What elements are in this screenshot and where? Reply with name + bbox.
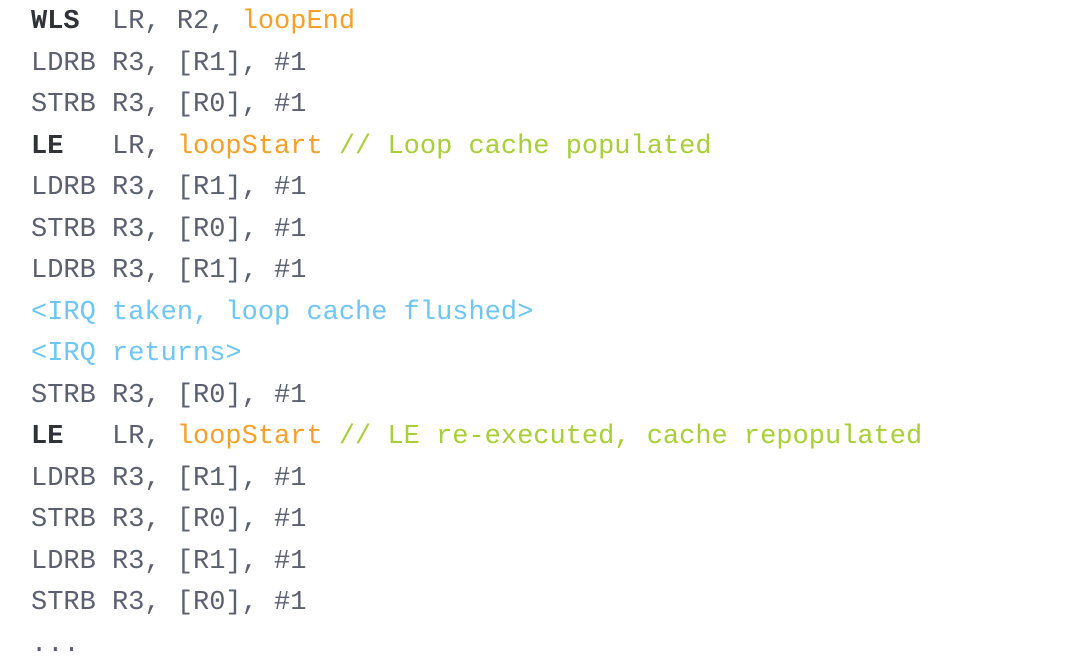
- token-irq: <IRQ taken, loop cache flushed>: [31, 298, 533, 328]
- token-irq: <IRQ returns>: [31, 339, 242, 369]
- instruction-le-second: LE LR, loopStart // LE re-executed, cach…: [31, 417, 1080, 459]
- instruction-strb: STRB R3, [R0], #1: [31, 500, 1080, 542]
- token-plain: STRB R3, [R0], #1: [31, 215, 306, 245]
- instruction-ldrb: LDRB R3, [R1], #1: [31, 44, 1080, 86]
- token-label: loopStart: [177, 422, 323, 452]
- token-plain: STRB R3, [R0], #1: [31, 588, 306, 618]
- token-plain: STRB R3, [R0], #1: [31, 505, 306, 535]
- instruction-ldrb: LDRB R3, [R1], #1: [31, 251, 1080, 293]
- token-plain: [323, 132, 339, 162]
- token-comment: // LE re-executed, cache repopulated: [339, 422, 922, 452]
- token-plain: LDRB R3, [R1], #1: [31, 49, 306, 79]
- token-label: loopStart: [177, 132, 323, 162]
- continuation-ellipsis: ...: [31, 625, 1080, 666]
- instruction-ldrb: LDRB R3, [R1], #1: [31, 542, 1080, 584]
- instruction-strb: STRB R3, [R0], #1: [31, 210, 1080, 252]
- token-plain: LR,: [63, 422, 176, 452]
- token-mnemonic: LE: [31, 132, 63, 162]
- instruction-strb: STRB R3, [R0], #1: [31, 85, 1080, 127]
- instruction-strb: STRB R3, [R0], #1: [31, 583, 1080, 625]
- token-plain: STRB R3, [R0], #1: [31, 381, 306, 411]
- token-plain: [323, 422, 339, 452]
- instruction-ldrb: LDRB R3, [R1], #1: [31, 459, 1080, 501]
- annotation-irq-taken: <IRQ taken, loop cache flushed>: [31, 293, 1080, 335]
- token-plain: LDRB R3, [R1], #1: [31, 256, 306, 286]
- token-comment: // Loop cache populated: [339, 132, 712, 162]
- token-plain: STRB R3, [R0], #1: [31, 90, 306, 120]
- token-label: loopEnd: [242, 7, 355, 37]
- instruction-strb: STRB R3, [R0], #1: [31, 376, 1080, 418]
- instruction-ldrb: LDRB R3, [R1], #1: [31, 168, 1080, 210]
- token-plain: LDRB R3, [R1], #1: [31, 547, 306, 577]
- token-plain: LR, R2,: [80, 7, 242, 37]
- annotation-irq-returns: <IRQ returns>: [31, 334, 1080, 376]
- code-listing: WLS LR, R2, loopEnd LDRB R3, [R1], #1 STRB…: [0, 0, 1080, 666]
- token-mnemonic: WLS: [31, 7, 80, 37]
- token-plain: LR,: [63, 132, 176, 162]
- token-ellipsis: ...: [31, 630, 80, 660]
- instruction-le-first: LE LR, loopStart // Loop cache populated: [31, 127, 1080, 169]
- token-mnemonic: LE: [31, 422, 63, 452]
- instruction-wls: WLS LR, R2, loopEnd: [31, 2, 1080, 44]
- token-plain: LDRB R3, [R1], #1: [31, 173, 306, 203]
- token-plain: LDRB R3, [R1], #1: [31, 464, 306, 494]
